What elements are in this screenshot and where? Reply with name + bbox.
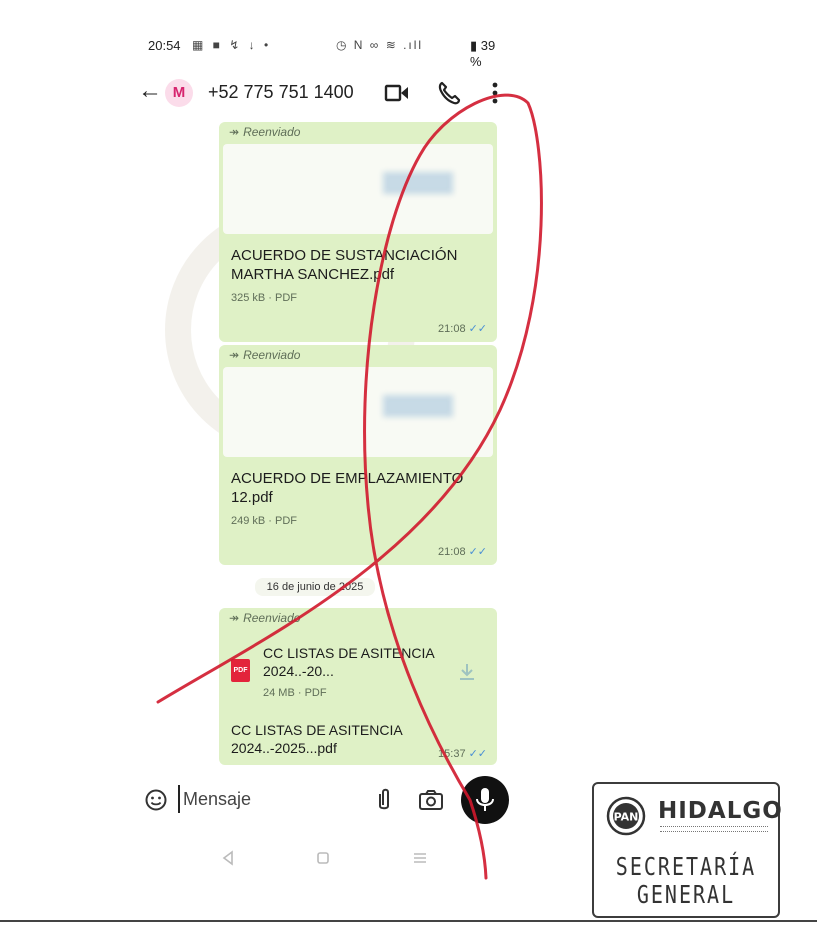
attachment-title[interactable]: CC LISTAS DE ASITENCIA 2024..-20... (263, 644, 437, 680)
chat-header: ← M +52 775 751 1400 (138, 78, 508, 108)
file-name: ACUERDO DE EMPLAZAMIENTO 12.pdf (231, 470, 464, 506)
forwarded-label: ↠ Reenviado (229, 611, 301, 625)
attachment-meta: 24 MB · PDF (263, 687, 327, 699)
message-bubble[interactable]: ↠ Reenviado ACUERDO DE EMPLAZAMIENTO 12.p… (219, 345, 497, 565)
nav-back-icon[interactable] (216, 846, 240, 870)
download-icon[interactable] (457, 662, 477, 682)
more-vert-icon[interactable] (480, 78, 500, 108)
forward-icon: ↠ (229, 348, 240, 362)
back-arrow-icon[interactable]: ← (138, 78, 162, 106)
read-receipt-icon: ✓✓ (468, 748, 487, 760)
mic-button[interactable] (461, 776, 509, 824)
file-name: ACUERDO DE SUSTANCIACIÓN MARTHA SANCHEZ.… (231, 247, 458, 283)
notification-icons: ▦ ■ ↯ ↓ • (192, 38, 272, 52)
document-preview[interactable] (223, 367, 493, 457)
message-time: 21:08 ✓✓ (438, 546, 487, 558)
mic-icon (476, 788, 494, 811)
official-stamp: PAN HIDALGO SECRETARÍA GENERAL (592, 782, 783, 918)
party-seal-icon: PAN (606, 796, 646, 836)
forwarded-label: ↠ Reenviado (229, 348, 301, 362)
message-composer (140, 776, 510, 824)
video-call-icon[interactable] (382, 78, 412, 108)
camera-icon[interactable] (418, 788, 444, 812)
forward-icon: ↠ (229, 611, 240, 625)
stamp-office-line: GENERAL (636, 879, 736, 909)
status-bar: 20:54 ▦ ■ ↯ ↓ • ◷ N ∞ ≋ .ıll ▮ 39 % (148, 38, 508, 69)
message-time: 15:37 ✓✓ (438, 748, 487, 760)
message-input[interactable] (178, 785, 363, 813)
file-meta: 249 kB · PDF (231, 515, 298, 527)
status-time: 20:54 (148, 38, 181, 53)
stamp-office-line: SECRETARÍA (615, 851, 757, 881)
message-time: 21:08 ✓✓ (438, 323, 487, 335)
message-bubble[interactable]: ↠ Reenviado PDF CC LISTAS DE ASITENCIA 20… (219, 608, 497, 765)
preview-content (383, 395, 453, 417)
avatar[interactable]: M (165, 79, 193, 107)
message-caption: CC LISTAS DE ASITENCIA 2024..-2025...pdf (231, 722, 402, 756)
read-receipt-icon: ✓✓ (468, 546, 487, 558)
contact-name[interactable]: +52 775 751 1400 (208, 82, 354, 103)
attach-icon[interactable] (372, 786, 396, 814)
document-preview[interactable] (223, 144, 493, 234)
system-status-icons: ◷ N ∞ ≋ .ıll (336, 38, 424, 52)
read-receipt-icon: ✓✓ (468, 323, 487, 335)
nav-home-icon[interactable] (311, 846, 335, 870)
phone-icon[interactable] (434, 78, 464, 108)
stamp-underline (660, 826, 768, 832)
preview-content (383, 172, 453, 194)
message-bubble[interactable]: ↠ Reenviado ACUERDO DE SUSTANCIACIÓN MART… (219, 122, 497, 342)
seal-text: PAN (614, 811, 639, 824)
stamp-state: HIDALGO (658, 798, 783, 824)
system-navigation-bar (210, 846, 440, 870)
battery-level: ▮ 39 % (470, 38, 496, 69)
forwarded-label: ↠ Reenviado (229, 125, 301, 139)
date-separator: 16 de junio de 2025 (255, 578, 375, 596)
file-meta: 325 kB · PDF (231, 292, 298, 304)
forward-icon: ↠ (229, 125, 240, 139)
page-divider (0, 920, 817, 922)
nav-recents-icon[interactable] (408, 846, 432, 870)
emoji-icon[interactable] (144, 788, 168, 812)
pdf-icon: PDF (231, 659, 250, 682)
